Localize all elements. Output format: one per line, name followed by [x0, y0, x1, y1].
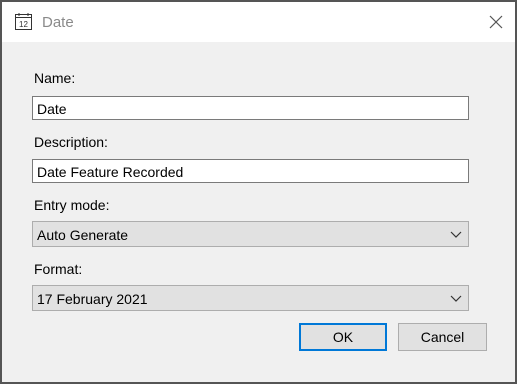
entry-mode-label: Entry mode: — [34, 197, 110, 213]
calendar-icon: 12 — [15, 13, 32, 30]
chevron-down-icon — [450, 295, 462, 302]
entry-mode-value: Auto Generate — [37, 227, 129, 243]
calendar-icon-number: 12 — [19, 20, 28, 29]
ok-button-label: OK — [332, 329, 354, 345]
dialog-body: Name: Date Description: Date Feature Rec… — [2, 42, 515, 382]
ok-button[interactable]: OK — [299, 323, 387, 351]
name-label: Name: — [34, 70, 76, 86]
cancel-button[interactable]: Cancel — [398, 323, 487, 351]
format-value: 17 February 2021 — [37, 291, 148, 307]
cancel-button-label: Cancel — [420, 329, 465, 345]
dialog-window: 12 Date Name: Date Description: Date Fea… — [0, 0, 517, 384]
chevron-down-icon — [450, 231, 462, 238]
format-select[interactable]: 17 February 2021 — [32, 285, 469, 311]
format-label: Format: — [34, 261, 83, 277]
title-bar: 12 Date — [2, 2, 515, 42]
close-icon[interactable] — [484, 10, 508, 34]
entry-mode-select[interactable]: Auto Generate — [32, 221, 469, 247]
window-title: Date — [42, 14, 74, 31]
description-label: Description: — [34, 134, 108, 150]
description-field[interactable]: Date Feature Recorded — [32, 159, 469, 183]
name-field[interactable]: Date — [32, 96, 469, 120]
